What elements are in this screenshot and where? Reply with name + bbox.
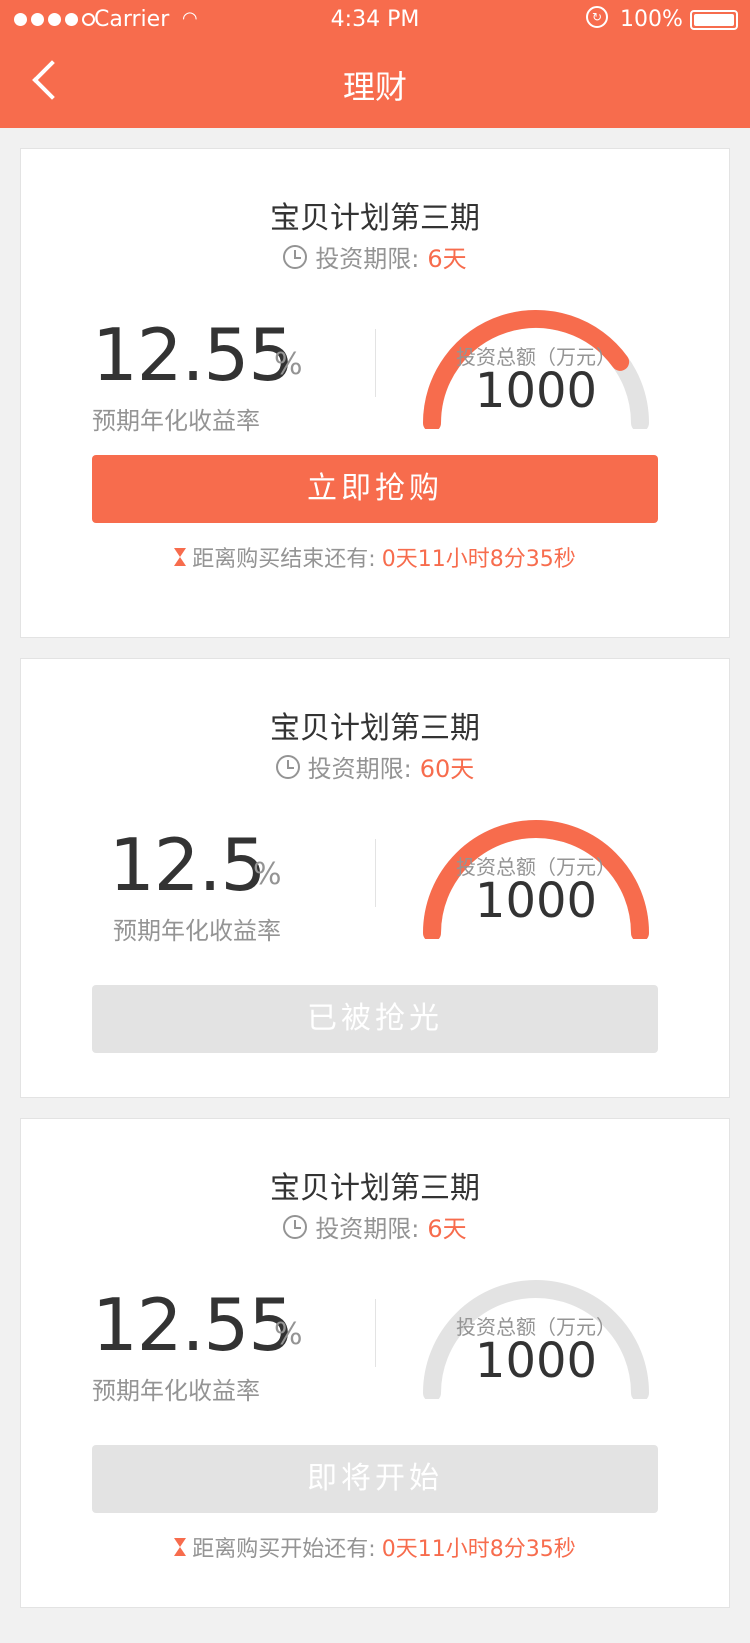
investment-term: 投资期限: 6天: [21, 239, 729, 274]
rate-label: 预期年化收益率: [92, 407, 260, 435]
countdown-label: 距离购买开始还有:: [192, 1537, 376, 1562]
hourglass-icon: [174, 548, 187, 566]
product-card[interactable]: 宝贝计划第三期 投资期限: 6天 12.55 % 预期年化收益率 投资总额（万元…: [20, 148, 730, 638]
buy-now-button[interactable]: 立即抢购: [92, 455, 658, 523]
battery-percent: 100%: [620, 7, 683, 32]
annual-rate: 12.55: [92, 313, 294, 397]
rate-label: 预期年化收益率: [92, 1377, 260, 1405]
lock-icon: ↻: [586, 6, 608, 28]
term-label: 投资期限:: [307, 755, 412, 783]
investment-term: 投资期限: 60天: [21, 749, 729, 784]
clock-icon: [283, 1214, 308, 1239]
countdown-label: 距离购买结束还有:: [192, 547, 376, 572]
progress-gauge: 投资总额（万元） 1000: [416, 815, 656, 939]
term-value: 6天: [427, 245, 467, 273]
total-amount-value: 1000: [474, 363, 598, 419]
term-value: 60天: [419, 755, 475, 783]
hourglass-icon: [174, 1538, 187, 1556]
coming-soon-button[interactable]: 即将开始: [92, 1445, 658, 1513]
progress-gauge: 投资总额（万元） 1000: [416, 1275, 656, 1399]
investment-term: 投资期限: 6天: [21, 1209, 729, 1244]
progress-gauge: 投资总额（万元） 1000: [416, 305, 656, 429]
app-header: Carrier ◠ 4:34 PM ↻ 100% 理财: [0, 0, 750, 128]
product-card[interactable]: 宝贝计划第三期 投资期限: 60天 12.5 % 预期年化收益率 投资总额（万元…: [20, 658, 730, 1098]
rate-label: 预期年化收益率: [113, 917, 281, 945]
term-label: 投资期限:: [315, 245, 420, 273]
annual-rate: 12.55: [92, 1283, 294, 1367]
page-title: 理财: [342, 68, 407, 106]
countdown: 距离购买开始还有: 0天11小时8分35秒: [21, 1531, 729, 1563]
countdown-value: 0天11小时8分35秒: [381, 1537, 576, 1562]
term-value: 6天: [427, 1215, 467, 1243]
total-amount-value: 1000: [474, 1333, 598, 1389]
countdown-value: 0天11小时8分35秒: [381, 547, 576, 572]
countdown: 距离购买结束还有: 0天11小时8分35秒: [21, 541, 729, 573]
product-title: 宝贝计划第三期: [270, 711, 480, 746]
status-bar: Carrier ◠ 4:34 PM ↻ 100%: [0, 0, 750, 40]
divider: [375, 1299, 376, 1367]
product-card[interactable]: 宝贝计划第三期 投资期限: 6天 12.55 % 预期年化收益率 投资总额（万元…: [20, 1118, 730, 1608]
divider: [375, 329, 376, 397]
sold-out-button[interactable]: 已被抢光: [92, 985, 658, 1053]
divider: [375, 839, 376, 907]
rate-unit: %: [274, 1317, 303, 1352]
total-amount-value: 1000: [474, 873, 598, 929]
clock-icon: [275, 754, 300, 779]
battery-icon: [690, 10, 738, 30]
term-label: 投资期限:: [315, 1215, 420, 1243]
rate-unit: %: [253, 857, 282, 892]
product-title: 宝贝计划第三期: [270, 1171, 480, 1206]
clock-icon: [283, 244, 308, 269]
product-title: 宝贝计划第三期: [270, 201, 480, 236]
rate-unit: %: [274, 347, 303, 382]
annual-rate: 12.5: [109, 823, 266, 907]
